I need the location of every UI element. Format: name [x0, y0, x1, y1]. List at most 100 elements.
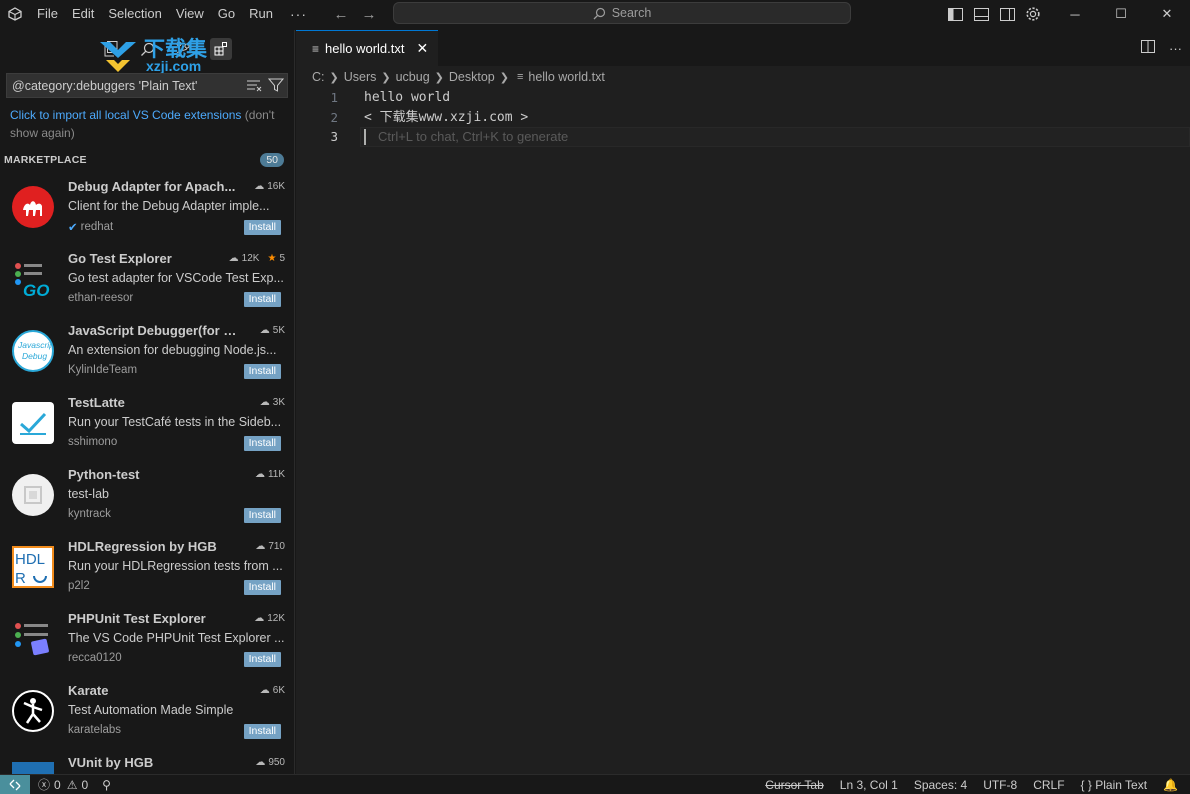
- extension-description: Test Automation Made Simple: [68, 703, 234, 717]
- language-mode[interactable]: { } Plain Text: [1081, 778, 1148, 792]
- extension-publisher[interactable]: p2l2: [68, 580, 90, 592]
- download-cloud-icon: ☁: [259, 397, 270, 408]
- code-editor[interactable]: 1 hello world 2 < 下载集www.xzji.com > 3 Ct…: [296, 88, 1190, 147]
- import-extensions-message: Click to import all local VS Code extens…: [10, 106, 288, 142]
- clear-filter-icon[interactable]: [246, 77, 262, 96]
- close-tab-icon[interactable]: ✕: [417, 40, 429, 57]
- split-editor-icon[interactable]: [1141, 40, 1155, 56]
- extension-item[interactable]: PHPUnit Test Explorer ☁ 12K The VS Code P…: [0, 606, 294, 678]
- toggle-secondary-sidebar-icon[interactable]: [994, 0, 1020, 28]
- problems-indicator[interactable]: ⓧ 0 ⚠ 0: [38, 776, 88, 793]
- extension-item[interactable]: Python-test ☁ 11K test-lab kyntrack Insta…: [0, 462, 294, 534]
- filter-icon[interactable]: [267, 77, 285, 96]
- line-ending[interactable]: CRLF: [1033, 778, 1064, 792]
- breadcrumb: C: ❯ Users ❯ ucbug ❯ Desktop ❯ ≡ hello world…: [296, 66, 1190, 88]
- download-cloud-icon: ☁: [259, 325, 270, 336]
- download-cloud-icon: ☁: [259, 685, 270, 696]
- toggle-primary-sidebar-icon[interactable]: [942, 0, 968, 28]
- marketplace-header[interactable]: MARKETPLACE 50: [0, 150, 290, 170]
- extension-publisher[interactable]: ethan-reesor: [68, 292, 133, 304]
- encoding[interactable]: UTF-8: [983, 778, 1017, 792]
- code-line[interactable]: 1 hello world: [296, 88, 1190, 108]
- svg-text:Debug: Debug: [22, 351, 47, 361]
- download-count: 3K: [272, 397, 285, 408]
- notifications-bell-icon[interactable]: 🔔: [1163, 778, 1178, 792]
- breadcrumb-item[interactable]: C:: [312, 70, 325, 84]
- extension-item[interactable]: JavascriptDebug JavaScript Debugger(for …: [0, 318, 294, 390]
- settings-gear-icon[interactable]: [1020, 0, 1046, 28]
- install-button[interactable]: Install: [243, 580, 281, 595]
- code-line[interactable]: 2 < 下载集www.xzji.com >: [296, 108, 1190, 128]
- watermark-arrow-icon: [100, 42, 136, 72]
- extension-stats: ☁ 16K: [254, 181, 285, 192]
- publisher-name: KylinIdeTeam: [68, 364, 138, 376]
- cursor-tab-status[interactable]: Cursor Tab: [765, 778, 823, 792]
- install-button[interactable]: Install: [243, 508, 281, 523]
- star-icon: ★: [267, 253, 277, 264]
- menu-file[interactable]: File: [30, 0, 65, 28]
- install-button[interactable]: Install: [243, 364, 281, 379]
- extension-publisher[interactable]: recca0120: [68, 652, 122, 664]
- download-count: 5K: [272, 325, 285, 336]
- publisher-name: kyntrack: [68, 508, 111, 520]
- install-button[interactable]: Install: [243, 652, 281, 667]
- extension-publisher[interactable]: KylinIdeTeam: [68, 364, 137, 376]
- download-cloud-icon: ☁: [254, 181, 265, 192]
- cursor-position[interactable]: Ln 3, Col 1: [840, 778, 898, 792]
- minimize-icon[interactable]: ─: [1052, 0, 1098, 28]
- more-actions-icon[interactable]: ···: [1169, 41, 1182, 56]
- breadcrumb-item[interactable]: ucbug: [396, 70, 430, 84]
- forward-arrow-icon[interactable]: →: [359, 6, 379, 23]
- tab-hello-world[interactable]: ≡ hello world.txt ✕: [296, 30, 438, 66]
- back-arrow-icon[interactable]: ←: [331, 6, 351, 23]
- extensions-view-icon[interactable]: [210, 38, 232, 60]
- code-line-current[interactable]: 3 Ctrl+L to chat, Ctrl+K to generate: [296, 127, 1190, 147]
- extension-item[interactable]: Debug Adapter for Apach... ☁ 16K Client f…: [0, 174, 294, 246]
- extension-item[interactable]: GO Go Test Explorer ☁ 12K ★ 5 Go test adapt…: [0, 246, 294, 318]
- line-number: 1: [330, 90, 338, 105]
- extensions-search-input[interactable]: [12, 78, 242, 93]
- extension-stats: ☁ 11K: [255, 469, 285, 480]
- toggle-panel-icon[interactable]: [968, 0, 994, 28]
- remote-indicator[interactable]: [0, 774, 30, 794]
- install-button[interactable]: Install: [243, 292, 281, 307]
- extension-name: PHPUnit Test Explorer: [68, 611, 206, 626]
- extension-item[interactable]: VUnit by HGB ☁ 950: [0, 750, 294, 774]
- close-window-icon[interactable]: ✕: [1144, 0, 1190, 28]
- extensions-search-box[interactable]: [6, 73, 288, 98]
- breadcrumb-item[interactable]: Desktop: [449, 70, 495, 84]
- extension-item[interactable]: HDL R HDLRegression by HGB ☁ 710 Run your …: [0, 534, 294, 606]
- menu-selection[interactable]: Selection: [101, 0, 168, 28]
- indentation[interactable]: Spaces: 4: [914, 778, 967, 792]
- watermark-cn: 下载集: [144, 37, 207, 61]
- app-logo: [0, 0, 30, 28]
- maximize-icon[interactable]: ☐: [1098, 0, 1144, 28]
- menu-more-icon[interactable]: ···: [280, 6, 317, 22]
- publisher-name: redhat: [80, 221, 114, 233]
- install-button[interactable]: Install: [243, 436, 281, 451]
- breadcrumb-item[interactable]: hello world.txt: [528, 70, 604, 84]
- menu-run[interactable]: Run: [242, 0, 280, 28]
- ports-icon[interactable]: ⚲: [102, 778, 111, 792]
- status-right: Cursor Tab Ln 3, Col 1 Spaces: 4 UTF-8 C…: [765, 775, 1178, 794]
- menu-go[interactable]: Go: [211, 0, 242, 28]
- hdl-icon: HDL R: [12, 546, 54, 588]
- extension-publisher[interactable]: kyntrack: [68, 508, 111, 520]
- extension-publisher[interactable]: ✔ redhat: [68, 220, 113, 234]
- extension-item[interactable]: Karate ☁ 6K Test Automation Made Simple k…: [0, 678, 294, 750]
- import-extensions-link[interactable]: Click to import all local VS Code extens…: [10, 108, 241, 122]
- install-button[interactable]: Install: [243, 220, 281, 235]
- language-label: Plain Text: [1095, 778, 1148, 792]
- command-search[interactable]: Search: [393, 2, 851, 24]
- download-count: 12K: [241, 253, 260, 264]
- chevron-right-icon: ❯: [381, 71, 391, 84]
- breadcrumb-item[interactable]: Users: [344, 70, 377, 84]
- menu-view[interactable]: View: [169, 0, 211, 28]
- menu-edit[interactable]: Edit: [65, 0, 101, 28]
- install-button[interactable]: Install: [243, 724, 281, 739]
- extension-publisher[interactable]: karatelabs: [68, 724, 121, 736]
- extension-publisher[interactable]: sshimono: [68, 436, 117, 448]
- menu-bar: File Edit Selection View Go Run ···: [30, 0, 317, 28]
- download-count: 11K: [267, 469, 285, 480]
- extension-item[interactable]: TestLatte ☁ 3K Run your TestCafé tests in…: [0, 390, 294, 462]
